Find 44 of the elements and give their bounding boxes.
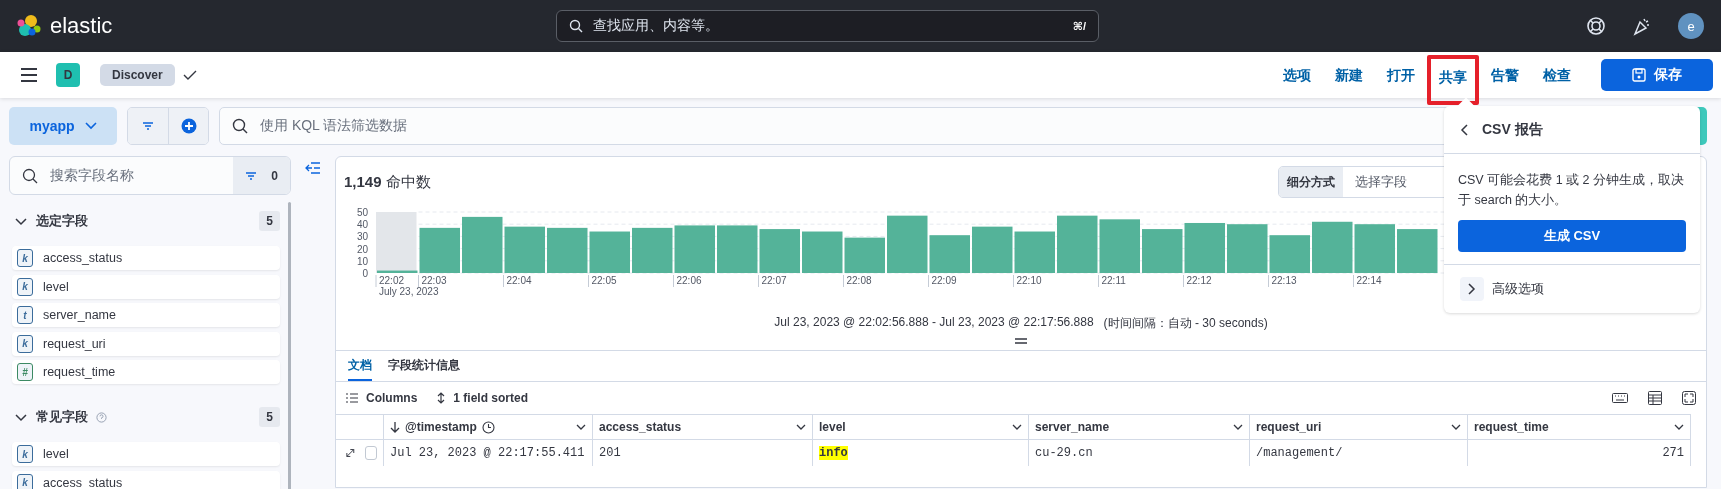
table-cell: 271 xyxy=(1662,446,1684,460)
y-tick-label: 40 xyxy=(356,219,368,231)
time-range: Jul 23, 2023 @ 22:02:56.888 - Jul 23, 2023 @ 22:17:56.888 xyxy=(774,315,1094,331)
field-type-token: k xyxy=(17,334,33,353)
field-type-token: k xyxy=(17,249,33,267)
y-tick-label: 10 xyxy=(356,255,368,267)
table-cell: Jul 23, 2023 @ 22:17:55.411 xyxy=(390,446,585,460)
x-tick-label: 22:02 xyxy=(379,275,405,286)
x-tick-label: 22:03 xyxy=(421,275,447,286)
x-tick-label: 22:07 xyxy=(761,275,787,286)
brand-name: elastic xyxy=(50,13,113,39)
y-tick-label: 50 xyxy=(356,207,368,218)
section-title: 常见字段 xyxy=(36,408,88,426)
x-tick-label: 22:08 xyxy=(846,275,872,286)
table-cell: 201 xyxy=(599,446,621,460)
table-cell: cu-29.cn xyxy=(1035,446,1093,460)
field-type-token: k xyxy=(17,473,33,489)
hits-count: 1,149 命中数 xyxy=(344,172,431,192)
x-tick-label: 22:06 xyxy=(676,275,702,286)
x-tick-label: 22:12 xyxy=(1186,275,1212,286)
field-type-token: k xyxy=(17,277,33,296)
x-tick-label: 22:09 xyxy=(931,275,957,286)
x-tick-label: 22:13 xyxy=(1271,275,1297,286)
popover-title: CSV 报告 xyxy=(1482,120,1543,139)
field-count: 5 xyxy=(259,407,280,427)
field-count: 5 xyxy=(259,211,280,231)
filter-count: 0 xyxy=(271,168,278,183)
field-type-token: k xyxy=(17,445,33,463)
x-tick-label: 22:05 xyxy=(591,275,617,286)
field-type-token: # xyxy=(17,363,33,381)
section-title: 选定字段 xyxy=(36,212,88,230)
y-tick-label: 30 xyxy=(356,231,368,243)
date-caption: July 23, 2023 xyxy=(379,286,439,297)
x-tick-label: 22:11 xyxy=(1101,275,1126,286)
x-tick-label: 22:04 xyxy=(506,275,532,286)
table-cell: /management/ xyxy=(1256,446,1343,460)
interval-label: (时间间隔：自动 - 30 seconds) xyxy=(1103,315,1268,332)
y-tick-label: 0 xyxy=(362,268,368,279)
shortcut-hint: ⌘/ xyxy=(1072,19,1086,33)
x-tick-label: 22:10 xyxy=(1016,275,1042,286)
x-tick-label: 22:14 xyxy=(1356,275,1382,286)
field-type-token: t xyxy=(17,306,33,324)
y-tick-label: 20 xyxy=(356,243,368,255)
table-cell: info xyxy=(819,446,848,460)
